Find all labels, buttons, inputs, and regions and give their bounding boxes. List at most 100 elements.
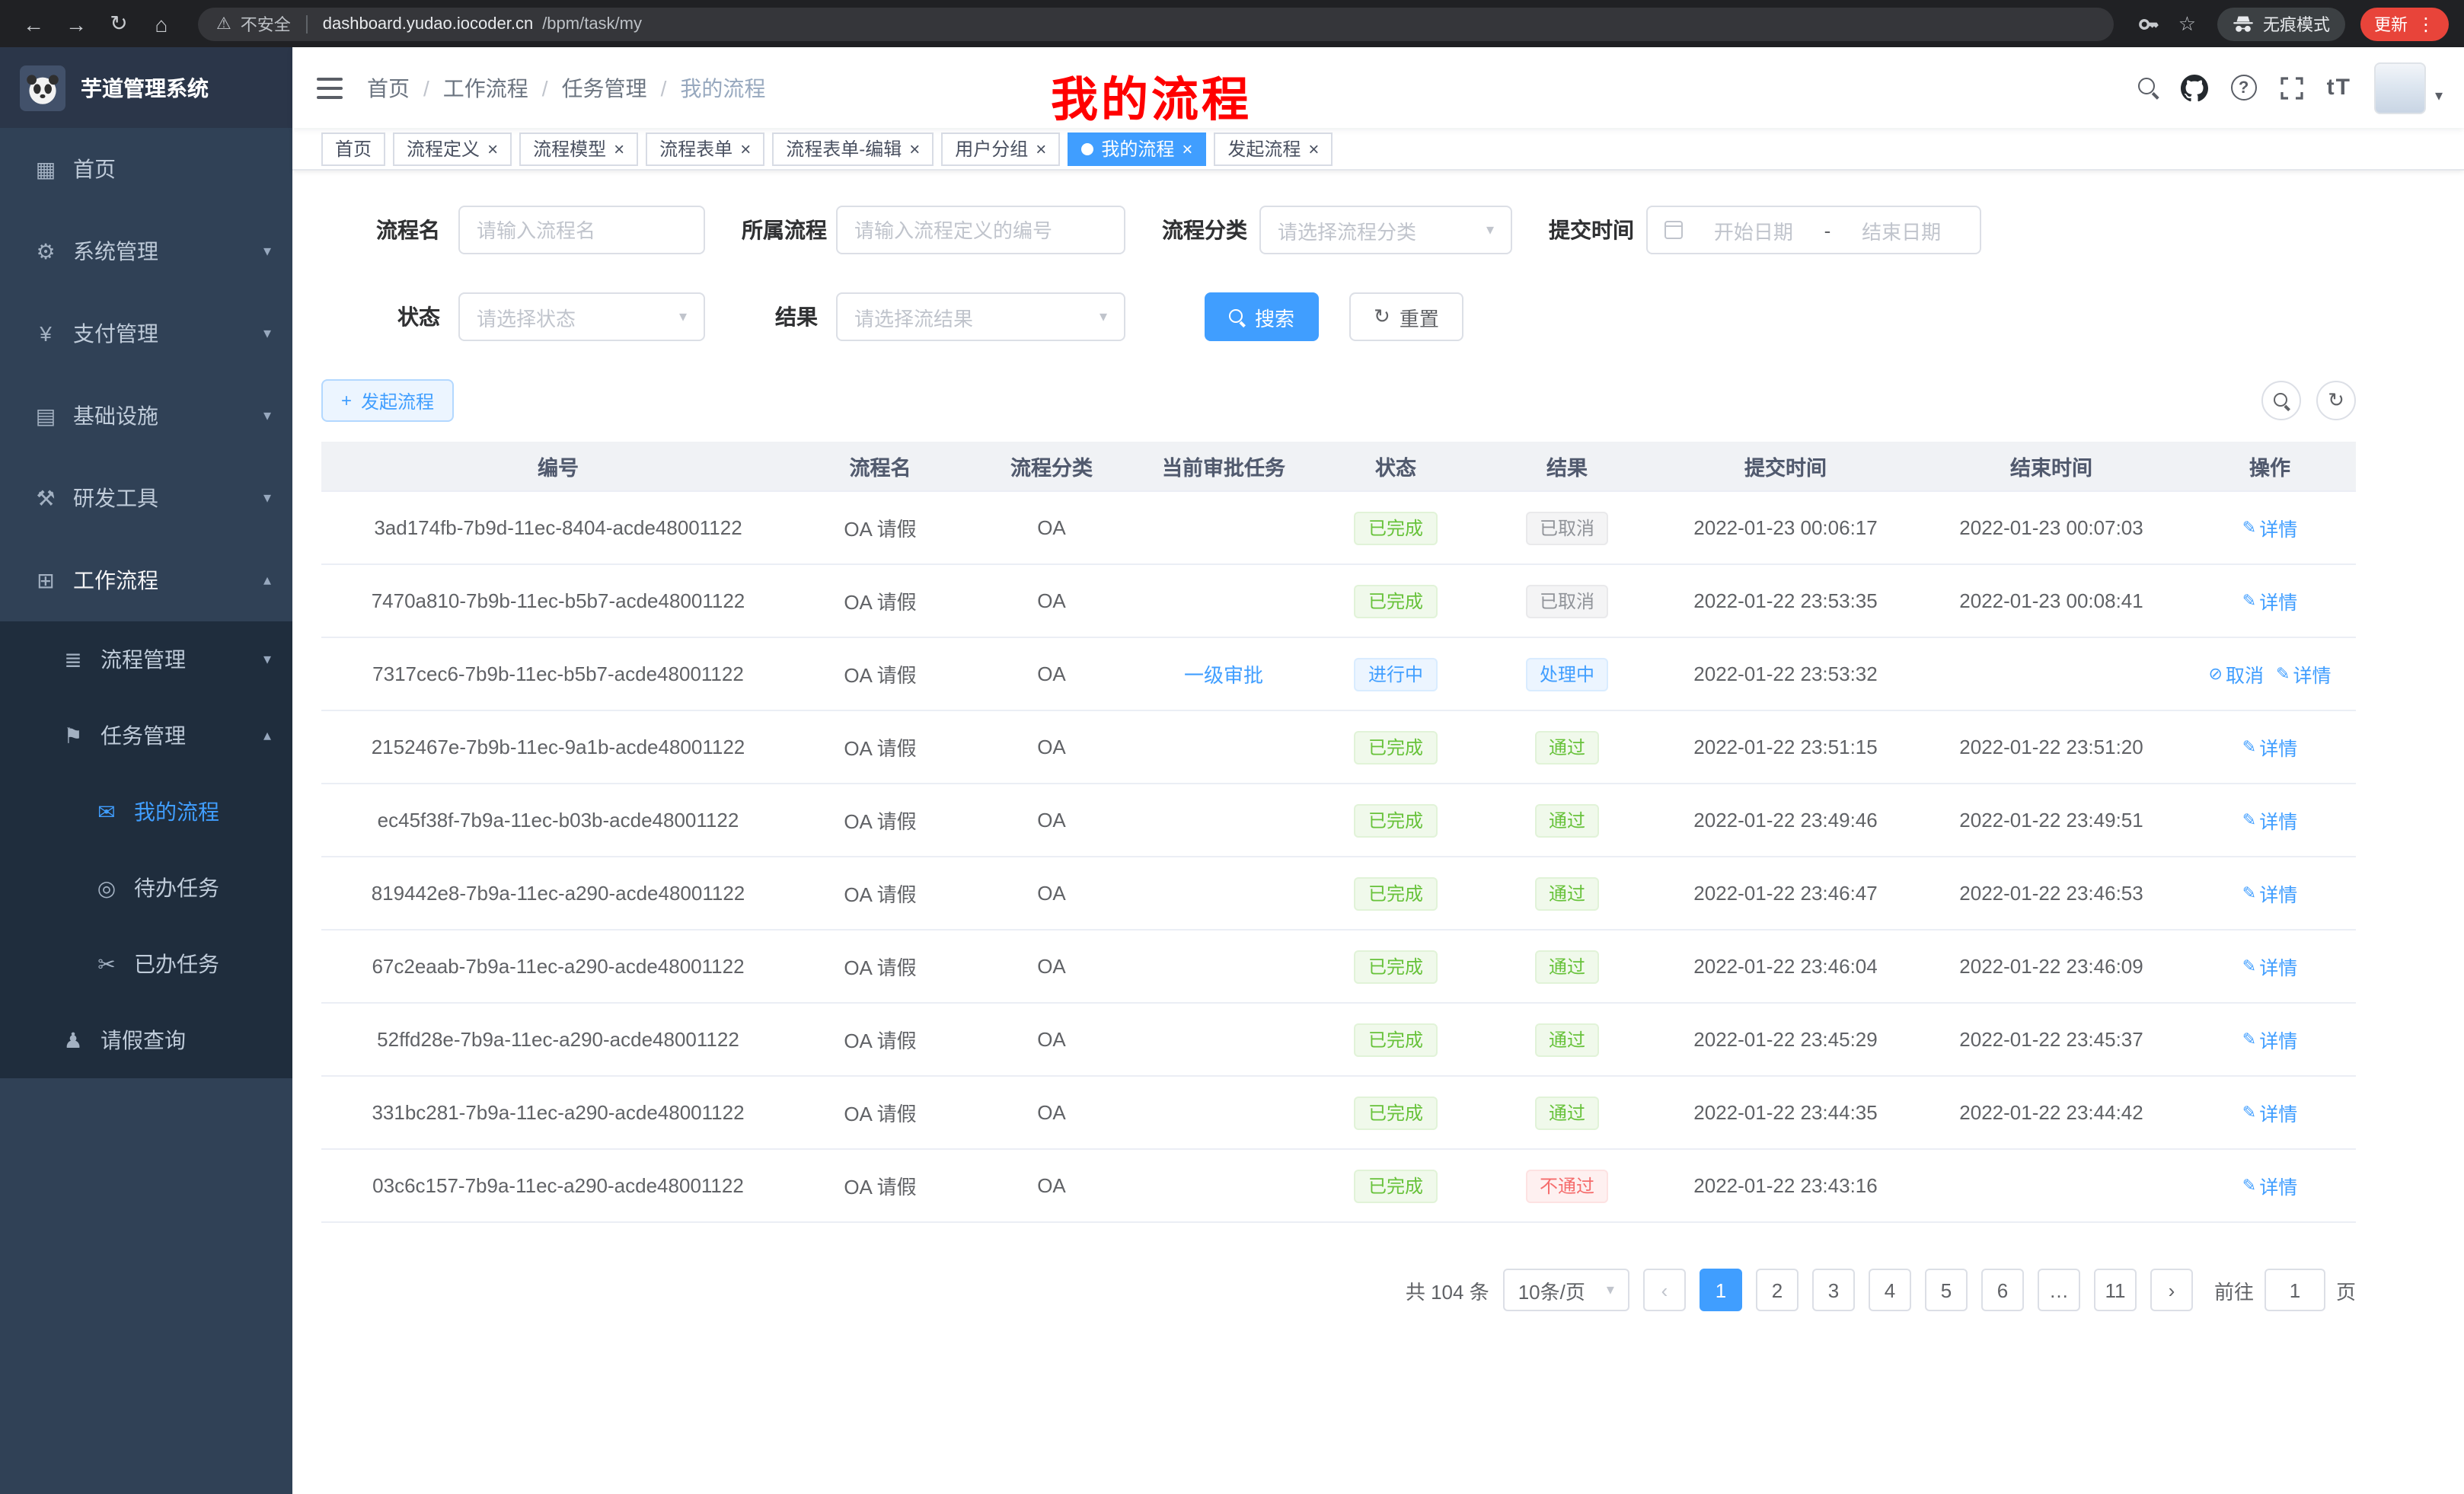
category-select[interactable]: 请选择流程分类 ▾ (1259, 206, 1512, 254)
tags-view-tab[interactable]: 流程表单× (646, 132, 764, 165)
font-size-icon[interactable]: tT (2327, 75, 2351, 101)
next-page-button[interactable]: › (2150, 1269, 2193, 1311)
bookmark-star-icon[interactable]: ☆ (2178, 11, 2196, 36)
close-icon[interactable]: × (1182, 139, 1192, 158)
action-label: 详情 (2259, 1098, 2297, 1127)
breadcrumb-item[interactable]: 工作流程 (443, 72, 528, 103)
close-icon[interactable]: × (487, 139, 498, 158)
sidebar-item-infrastructure[interactable]: ▤基础设施▾ (0, 375, 292, 457)
breadcrumb-item[interactable]: 任务管理 (562, 72, 647, 103)
show-search-button[interactable] (2261, 381, 2301, 420)
security-label[interactable]: 不安全 (241, 11, 291, 36)
cell-process-id: 331bc281-7b9a-11ec-a290-acde48001122 (321, 1101, 795, 1124)
tags-view-tab[interactable]: 流程模型× (519, 132, 638, 165)
reset-button[interactable]: ↻ 重置 (1349, 292, 1463, 341)
app-logo[interactable]: 芋道管理系统 (0, 47, 292, 128)
detail-button[interactable]: ✎详情 (2242, 1171, 2297, 1200)
avatar[interactable] (2374, 62, 2426, 113)
sidebar-item-home[interactable]: ▦首页 (0, 128, 292, 210)
home-button[interactable]: ⌂ (143, 5, 180, 42)
page-size-select[interactable]: 10条/页 ▾ (1503, 1269, 1629, 1311)
column-header: 状态 (1310, 451, 1482, 481)
more-pages-button[interactable]: … (2038, 1269, 2080, 1311)
sidebar-item-workflow[interactable]: ⊞工作流程▴ (0, 539, 292, 621)
sidebar-item-payment-management[interactable]: ¥支付管理▾ (0, 292, 292, 375)
status-select[interactable]: 请选择状态 ▾ (458, 292, 705, 341)
forward-button[interactable]: → (58, 5, 94, 42)
tags-view-tab[interactable]: 流程表单-编辑× (772, 132, 934, 165)
detail-button[interactable]: ✎详情 (2242, 879, 2297, 908)
sidebar-item-task-management[interactable]: ⚑任务管理▴ (0, 698, 292, 774)
refresh-table-button[interactable]: ↻ (2316, 381, 2356, 420)
update-button[interactable]: 更新 ⋮ (2360, 7, 2449, 40)
tags-view-tab[interactable]: 我的流程× (1068, 132, 1206, 165)
detail-button[interactable]: ✎详情 (2242, 586, 2297, 615)
menu-dots-icon[interactable]: ⋮ (2417, 13, 2435, 34)
detail-button[interactable]: ✎详情 (2276, 659, 2331, 688)
reload-button[interactable]: ↻ (101, 5, 137, 42)
create-process-button[interactable]: + 发起流程 (321, 379, 454, 422)
sidebar-item-process-management[interactable]: ≣流程管理▾ (0, 621, 292, 698)
detail-button[interactable]: ✎详情 (2242, 733, 2297, 761)
action-label: 详情 (2259, 806, 2297, 835)
process-table: 编号 流程名 流程分类 当前审批任务 状态 结果 提交时间 结束时间 操作 3a… (321, 442, 2356, 1223)
detail-button[interactable]: ✎详情 (2242, 952, 2297, 981)
tags-view-tab[interactable]: 首页 (321, 132, 385, 165)
page-number-button[interactable]: 2 (1756, 1269, 1799, 1311)
sidebar-item-dev-tools[interactable]: ⚒研发工具▾ (0, 457, 292, 539)
prev-page-button[interactable]: ‹ (1643, 1269, 1686, 1311)
page-number-button[interactable]: 1 (1700, 1269, 1742, 1311)
close-icon[interactable]: × (1036, 139, 1046, 158)
tags-view-tab[interactable]: 流程定义× (393, 132, 512, 165)
page-number-button[interactable]: 3 (1812, 1269, 1855, 1311)
detail-button[interactable]: ✎详情 (2242, 806, 2297, 835)
process-name-input[interactable] (458, 206, 705, 254)
action-label: 详情 (2293, 659, 2331, 688)
hamburger-icon[interactable] (292, 77, 367, 98)
close-icon[interactable]: × (1308, 139, 1319, 158)
fullscreen-icon[interactable] (2280, 75, 2304, 100)
sidebar-item-system-management[interactable]: ⚙系统管理▾ (0, 210, 292, 292)
filter-result: 结果 请选择流结果 ▾ (742, 292, 1125, 341)
help-icon[interactable]: ? (2231, 75, 2257, 101)
chevron-down-icon: ▾ (1486, 222, 1494, 238)
sidebar-item-leave-query[interactable]: ♟请假查询 (0, 1002, 292, 1078)
back-button[interactable]: ← (15, 5, 52, 42)
page-number-button[interactable]: 6 (1981, 1269, 2024, 1311)
tags-view-tab[interactable]: 用户分组 × (941, 132, 1060, 165)
result-select[interactable]: 请选择流结果 ▾ (836, 292, 1125, 341)
submit-time-range-picker[interactable]: 开始日期 - 结束日期 (1646, 206, 1981, 254)
filter-label: 流程名 (337, 215, 440, 245)
address-bar[interactable]: ⚠ 不安全 dashboard.yudao.iocoder.cn/bpm/tas… (198, 7, 2115, 40)
cell-category: OA (965, 809, 1138, 832)
cell-process-name: OA 请假 (795, 586, 965, 615)
github-icon[interactable] (2181, 74, 2208, 101)
cancel-button[interactable]: ⊘取消 (2209, 659, 2264, 688)
chevron-down-icon[interactable]: ▾ (2435, 88, 2443, 104)
page-number-button[interactable]: 5 (1925, 1269, 1968, 1311)
detail-button[interactable]: ✎详情 (2242, 513, 2297, 542)
search-icon[interactable] (2138, 78, 2158, 97)
detail-button[interactable]: ✎详情 (2242, 1025, 2297, 1054)
search-button[interactable]: 搜索 (1205, 292, 1319, 341)
page-number-button[interactable]: 4 (1869, 1269, 1911, 1311)
sidebar-item-todo-tasks[interactable]: ◎待办任务 (0, 850, 292, 926)
page-number-button[interactable]: 11 (2094, 1269, 2137, 1311)
sidebar-item-my-process[interactable]: ✉我的流程 (0, 774, 292, 850)
process-def-input[interactable] (836, 206, 1125, 254)
close-icon[interactable]: × (614, 139, 624, 158)
goto-page-input[interactable] (2265, 1269, 2325, 1311)
close-icon[interactable]: × (740, 139, 751, 158)
breadcrumb-item[interactable]: 首页 (367, 72, 410, 103)
breadcrumb-separator: / (661, 75, 667, 100)
tags-view-tab[interactable]: 发起流程× (1214, 132, 1333, 165)
close-icon[interactable]: × (909, 139, 920, 158)
cell-actions: ✎详情 (2184, 733, 2356, 761)
tab-label: 用户分组 (955, 136, 1028, 161)
chevron-down-icon: ▾ (1100, 308, 1107, 325)
screen: ← → ↻ ⌂ ⚠ 不安全 dashboard.yudao.iocoder.cn… (0, 0, 2464, 1494)
key-icon[interactable] (2139, 13, 2160, 34)
sidebar-item-done-tasks[interactable]: ✂已办任务 (0, 926, 292, 1002)
detail-button[interactable]: ✎详情 (2242, 1098, 2297, 1127)
current-task-link[interactable]: 一级审批 (1184, 664, 1263, 687)
